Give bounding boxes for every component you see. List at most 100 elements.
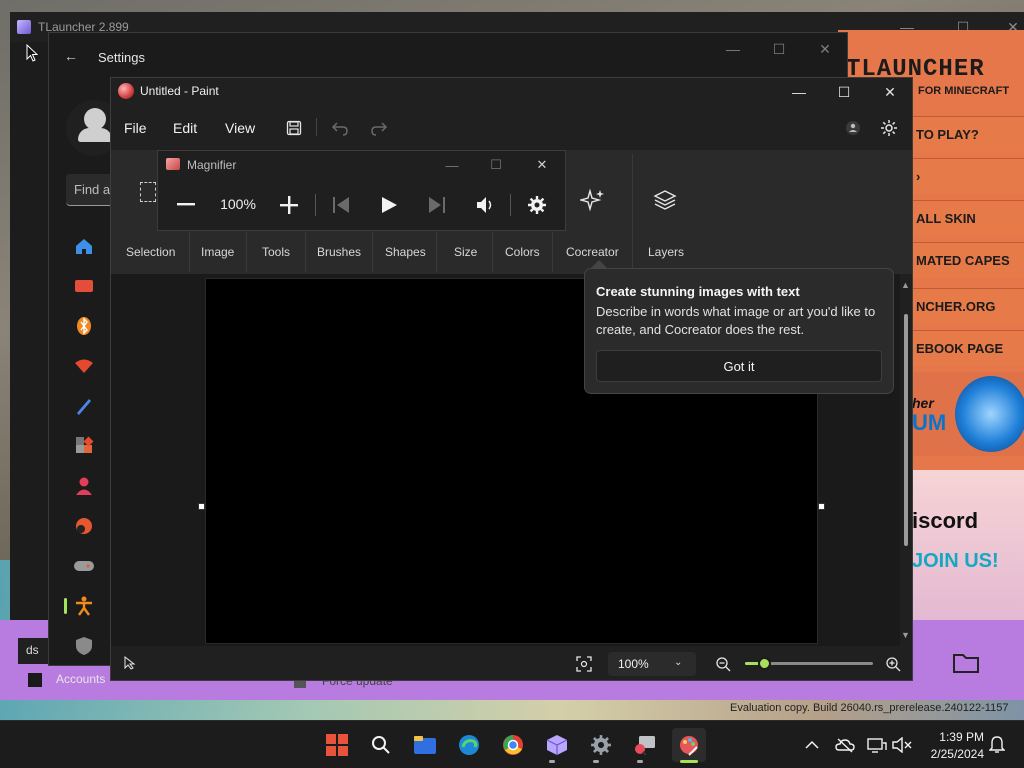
volume-muted-icon[interactable] (891, 734, 913, 756)
magnifier-settings-gear-icon[interactable] (522, 190, 552, 220)
save-icon[interactable] (282, 116, 306, 140)
time-language-icon[interactable] (66, 508, 102, 544)
display-icon[interactable] (866, 734, 888, 756)
ribbon-colors[interactable]: Colors (505, 245, 540, 259)
ribbon-divider (246, 232, 247, 272)
magnifier-zoom-out-button[interactable] (171, 190, 201, 220)
network-icon[interactable] (66, 348, 102, 384)
system-icon[interactable] (66, 268, 102, 304)
search-icon[interactable] (364, 728, 398, 762)
scroll-up-icon[interactable]: ▲ (901, 280, 910, 290)
next-icon[interactable] (422, 190, 452, 220)
got-it-button[interactable]: Got it (596, 350, 882, 382)
tlauncher-icon[interactable] (540, 728, 574, 762)
accounts-icon[interactable] (66, 468, 102, 504)
tlauncher-menu-chevron-icon: › (916, 169, 921, 184)
zoom-out-icon[interactable] (715, 656, 731, 672)
chrome-icon[interactable] (496, 728, 530, 762)
redo-icon[interactable] (367, 116, 391, 140)
canvas-resize-handle[interactable] (198, 503, 205, 510)
magnifier-icon[interactable] (628, 728, 662, 762)
running-indicator (549, 760, 555, 763)
profile-icon[interactable] (841, 116, 865, 140)
clock-date[interactable]: 2/25/2024 (918, 747, 984, 761)
tlauncher-app-icon (17, 20, 31, 34)
toolbar-divider (316, 118, 317, 136)
menu-view[interactable]: View (225, 120, 255, 136)
settings-maximize-button[interactable]: ☐ (756, 38, 802, 60)
ribbon-divider (189, 232, 190, 272)
selection-icon[interactable] (140, 182, 156, 202)
ribbon-tools[interactable]: Tools (262, 245, 290, 259)
magnifier-maximize-button[interactable]: ☐ (476, 154, 516, 176)
running-indicator (593, 760, 599, 763)
ribbon-divider (492, 232, 493, 272)
zoom-in-icon[interactable] (885, 656, 901, 672)
avatar-head (84, 108, 106, 130)
bluetooth-icon[interactable] (66, 308, 102, 344)
ribbon-divider (372, 232, 373, 272)
menu-edit[interactable]: Edit (173, 120, 197, 136)
ribbon-cocreator[interactable]: Cocreator (566, 245, 619, 259)
accounts-label[interactable]: Accounts (56, 672, 105, 686)
mouse-cursor-icon (26, 44, 38, 62)
vertical-scrollbar[interactable] (904, 314, 908, 546)
read-from-here-icon[interactable] (470, 190, 500, 220)
magnifier-close-button[interactable]: ✕ (522, 154, 562, 176)
settings-icon[interactable] (584, 728, 618, 762)
previous-icon[interactable] (326, 190, 356, 220)
ribbon-size[interactable]: Size (454, 245, 477, 259)
accessibility-icon[interactable] (66, 588, 102, 624)
settings-title: Settings (98, 50, 145, 65)
onedrive-off-icon[interactable] (834, 734, 856, 756)
ribbon-shapes[interactable]: Shapes (385, 245, 426, 259)
settings-close-button[interactable]: ✕ (802, 38, 848, 60)
apps-icon[interactable] (66, 428, 102, 464)
running-indicator (637, 760, 643, 763)
edge-icon[interactable] (452, 728, 486, 762)
zoom-slider-thumb[interactable] (758, 657, 771, 670)
personalization-icon[interactable] (66, 388, 102, 424)
back-arrow-icon[interactable]: ← (64, 48, 78, 64)
tlauncher-forum-logo (955, 376, 1024, 452)
home-icon[interactable] (66, 228, 102, 264)
paint-minimize-button[interactable]: — (776, 78, 822, 106)
active-indicator (680, 760, 698, 763)
chevron-up-icon[interactable] (801, 734, 823, 756)
canvas-resize-handle[interactable] (818, 503, 825, 510)
notification-bell-icon[interactable] (986, 734, 1008, 756)
magnifier-divider (315, 194, 316, 216)
magnifier-minimize-button[interactable]: — (432, 154, 472, 176)
tlauncher-menu-label: NCHER.ORG (916, 299, 996, 314)
magnifier-app-icon (166, 158, 180, 170)
paint-icon[interactable] (672, 728, 706, 762)
avatar-body (78, 128, 112, 142)
privacy-security-icon[interactable] (66, 628, 102, 664)
start-icon[interactable] (320, 728, 354, 762)
menu-file[interactable]: File (124, 120, 147, 136)
file-explorer-icon[interactable] (408, 728, 442, 762)
gear-icon[interactable] (877, 116, 901, 140)
cocreator-icon[interactable] (580, 188, 606, 212)
zoom-select[interactable]: 100% ⌄ (608, 652, 696, 676)
ribbon-selection[interactable]: Selection (126, 245, 175, 259)
accounts-square-icon (28, 673, 42, 687)
paint-maximize-button[interactable]: ☐ (821, 78, 867, 106)
undo-icon[interactable] (328, 116, 352, 140)
fit-to-window-icon[interactable] (576, 656, 592, 672)
ribbon-divider (436, 232, 437, 272)
magnifier-zoom-in-button[interactable] (274, 190, 304, 220)
scroll-down-icon[interactable]: ▼ (901, 630, 910, 640)
layers-icon[interactable] (653, 189, 677, 211)
clock-time[interactable]: 1:39 PM (932, 730, 984, 744)
tlauncher-menu-label: EBOOK PAGE (916, 341, 1004, 356)
settings-minimize-button[interactable]: — (710, 38, 756, 60)
ribbon-image[interactable]: Image (201, 245, 234, 259)
paint-close-button[interactable]: ✕ (867, 78, 913, 106)
play-icon[interactable] (374, 190, 404, 220)
ribbon-brushes[interactable]: Brushes (317, 245, 361, 259)
tlauncher-menu-label: MATED CAPES (916, 253, 1010, 268)
folder-icon[interactable] (952, 650, 980, 674)
ribbon-layers[interactable]: Layers (648, 245, 684, 259)
gaming-icon[interactable] (66, 548, 102, 584)
